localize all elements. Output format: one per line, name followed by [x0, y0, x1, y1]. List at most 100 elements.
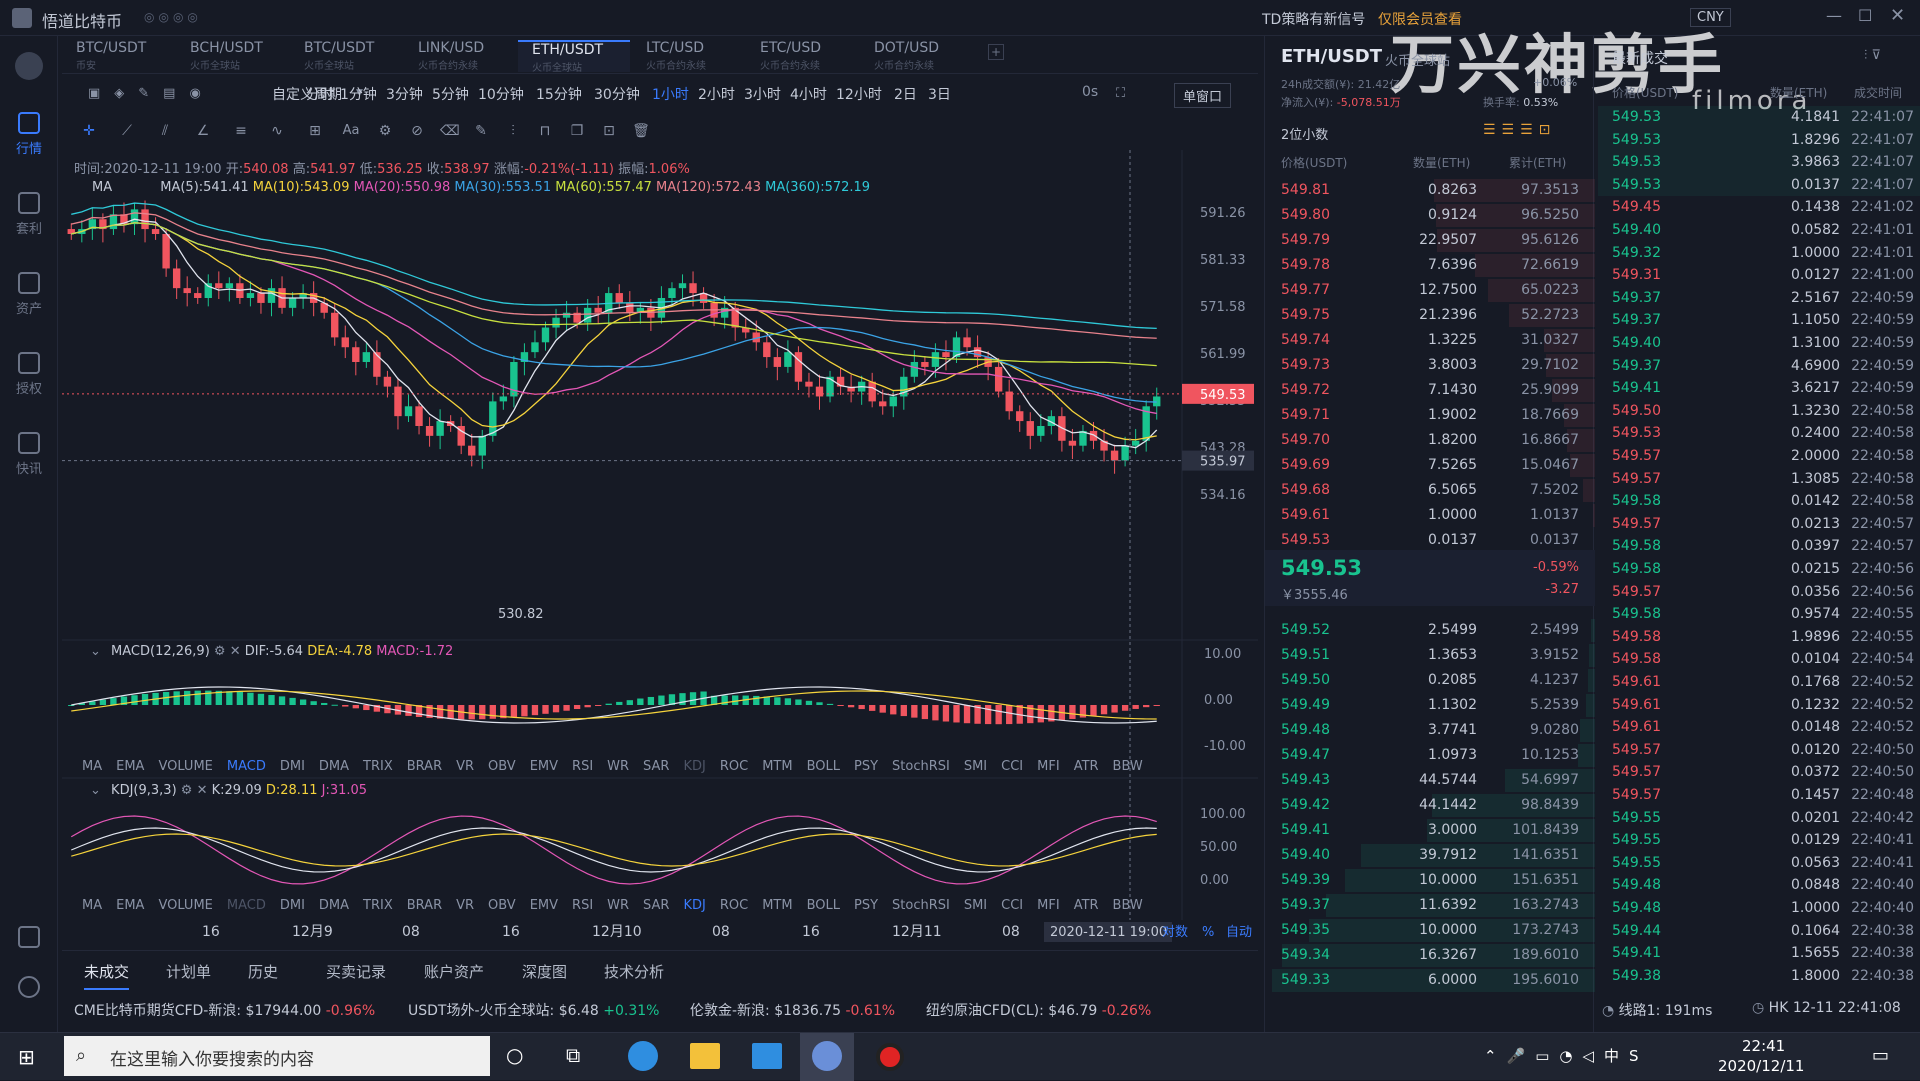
- period-9[interactable]: 3小时: [744, 84, 781, 104]
- indicator-brar[interactable]: BRAR: [407, 898, 442, 913]
- ticker-item[interactable]: 纽约原油CFD(CL): $46.79 -0.26%: [926, 1000, 1151, 1020]
- app-task-button[interactable]: [800, 1033, 854, 1081]
- bid-row[interactable]: 549.3510.0000173.2743: [1265, 918, 1595, 943]
- bid-row[interactable]: 549.491.13025.2539: [1265, 693, 1595, 718]
- indicator-psy[interactable]: PSY: [854, 759, 878, 774]
- bid-row[interactable]: 549.483.77419.0280: [1265, 718, 1595, 743]
- filter-icon[interactable]: ⫶ ⊽: [1864, 48, 1881, 63]
- bid-row[interactable]: 549.4244.144298.8439: [1265, 793, 1595, 818]
- indicator-wr[interactable]: WR: [607, 898, 629, 913]
- nav-news[interactable]: 快讯: [0, 432, 58, 477]
- indicator-mtm[interactable]: MTM: [762, 759, 792, 774]
- indicator-boll[interactable]: BOLL: [807, 898, 840, 913]
- pen-icon[interactable]: ✎: [472, 122, 490, 140]
- notification-icon[interactable]: ▭: [1872, 1045, 1889, 1066]
- period-12[interactable]: 2日: [894, 84, 917, 104]
- ask-row[interactable]: 549.727.143025.9099: [1265, 378, 1595, 403]
- period-13[interactable]: 3日: [928, 84, 951, 104]
- indicator-trix[interactable]: TRIX: [363, 759, 393, 774]
- ask-row[interactable]: 549.7922.950795.6126: [1265, 228, 1595, 253]
- indicator-roc[interactable]: ROC: [720, 759, 748, 774]
- minimize-icon[interactable]: —: [1826, 6, 1842, 25]
- trend-line-icon[interactable]: ⟋: [118, 122, 136, 140]
- period-10[interactable]: 4小时: [790, 84, 827, 104]
- parallel-line-icon[interactable]: ⫽: [156, 122, 174, 140]
- chevron-down-icon[interactable]: ⌄: [90, 783, 101, 798]
- window-mode-select[interactable]: 单窗口: [1174, 83, 1231, 108]
- strategy-notice[interactable]: TD策略有新信号: [1262, 9, 1365, 29]
- ask-row[interactable]: 549.810.826397.3513: [1265, 178, 1595, 203]
- indicator-stochrsi[interactable]: StochRSI: [892, 898, 950, 913]
- indicator-sar[interactable]: SAR: [643, 898, 669, 913]
- ask-row[interactable]: 549.697.526515.0467: [1265, 453, 1595, 478]
- indicator-ma[interactable]: MA: [82, 898, 102, 913]
- taskbar-search-input[interactable]: 在这里输入你要搜索的内容: [64, 1036, 490, 1076]
- indicator-macd[interactable]: MACD: [227, 759, 266, 774]
- angle-icon[interactable]: ∠: [194, 122, 212, 140]
- indicator-obv[interactable]: OBV: [488, 898, 516, 913]
- indicator-dma[interactable]: DMA: [319, 759, 349, 774]
- ask-row[interactable]: 549.733.800329.7102: [1265, 353, 1595, 378]
- ticker-item[interactable]: 伦敦金-新浪: $1836.75 -0.61%: [690, 1000, 895, 1020]
- kline-chart[interactable]: 591.26581.33571.58561.99552.55543.28534.…: [62, 150, 1258, 950]
- text-tool-icon[interactable]: Aa: [342, 122, 360, 140]
- book-layout-icons[interactable]: ☰☰☰⊡: [1483, 122, 1556, 138]
- maximize-icon[interactable]: ☐: [1858, 6, 1872, 25]
- indicator-mfi[interactable]: MFI: [1037, 898, 1060, 913]
- indicator-psy[interactable]: PSY: [854, 898, 878, 913]
- period-2[interactable]: 3分钟: [386, 84, 423, 104]
- lock-icon[interactable]: ⊓: [536, 122, 554, 140]
- trash-icon[interactable]: 🗑: [632, 122, 650, 140]
- copy-icon[interactable]: ❐: [568, 122, 586, 140]
- close-icon[interactable]: ✕: [1890, 5, 1905, 26]
- indicator-ma[interactable]: MA: [82, 759, 102, 774]
- indicator-kdj[interactable]: KDJ: [683, 759, 705, 774]
- tab-history[interactable]: 历史: [248, 961, 278, 982]
- indicator-dmi[interactable]: DMI: [280, 898, 305, 913]
- tab-btc-usdt-binance[interactable]: BTC/USDT币安: [62, 40, 174, 72]
- eraser-icon[interactable]: ⌫: [440, 122, 458, 140]
- ask-row[interactable]: 549.611.00001.0137: [1265, 503, 1595, 528]
- tab-plan-orders[interactable]: 计划单: [166, 961, 211, 982]
- bid-row[interactable]: 549.3711.6392163.2743: [1265, 893, 1595, 918]
- tab-dot-usd[interactable]: DOT/USD火币合约永续: [860, 40, 972, 72]
- bid-row[interactable]: 549.471.097310.1253: [1265, 743, 1595, 768]
- fib-icon[interactable]: ⊞: [306, 122, 324, 140]
- gift-icon[interactable]: [18, 926, 40, 948]
- tab-bch-usdt[interactable]: BCH/USDT火币全球站: [176, 40, 288, 72]
- period-5[interactable]: 15分钟: [536, 84, 582, 104]
- nav-assets[interactable]: 资产: [0, 272, 58, 317]
- edge-icon[interactable]: [628, 1041, 658, 1071]
- period-3[interactable]: 5分钟: [432, 84, 469, 104]
- brush-icon[interactable]: ⊘: [408, 122, 426, 140]
- indicator-bbw[interactable]: BBW: [1113, 898, 1143, 913]
- indicator-wr[interactable]: WR: [607, 759, 629, 774]
- indicator-cci[interactable]: CCI: [1001, 898, 1023, 913]
- chevron-down-icon[interactable]: ⌄: [90, 644, 101, 659]
- tab-depth-chart[interactable]: 深度图: [522, 961, 567, 982]
- horizontal-lines-icon[interactable]: ≡: [232, 122, 250, 140]
- cortana-icon[interactable]: ○: [506, 1043, 523, 1067]
- ticker-item[interactable]: CME比特币期货CFD-新浪: $17944.00 -0.96%: [74, 1000, 375, 1020]
- axis-option[interactable]: 自动: [1226, 925, 1252, 940]
- period-8[interactable]: 2小时: [698, 84, 735, 104]
- indicator-volume[interactable]: VOLUME: [158, 898, 212, 913]
- indicator-stochrsi[interactable]: StochRSI: [892, 759, 950, 774]
- indicator-rsi[interactable]: RSI: [572, 898, 593, 913]
- nav-auth[interactable]: 授权: [0, 352, 58, 397]
- indicator-vr[interactable]: VR: [456, 898, 474, 913]
- indicator-atr[interactable]: ATR: [1074, 898, 1099, 913]
- period-6[interactable]: 30分钟: [594, 84, 640, 104]
- axis-option[interactable]: %: [1202, 925, 1214, 940]
- ask-row[interactable]: 549.741.322531.0327: [1265, 328, 1595, 353]
- period-11[interactable]: 12小时: [836, 84, 882, 104]
- screenshot-icon[interactable]: ⊡: [600, 122, 618, 140]
- period-4[interactable]: 10分钟: [478, 84, 524, 104]
- indicator-smi[interactable]: SMI: [964, 898, 987, 913]
- bid-row[interactable]: 549.500.20854.1237: [1265, 668, 1595, 693]
- toolbar-icons[interactable]: ▣◈✎▤◉: [88, 86, 215, 101]
- tab-etc-usd[interactable]: ETC/USD火币合约永续: [746, 40, 858, 72]
- bid-row[interactable]: 549.522.54992.5499: [1265, 618, 1595, 643]
- decimals-select[interactable]: 2位小数: [1281, 124, 1328, 143]
- measure-icon[interactable]: ⫶: [504, 122, 522, 140]
